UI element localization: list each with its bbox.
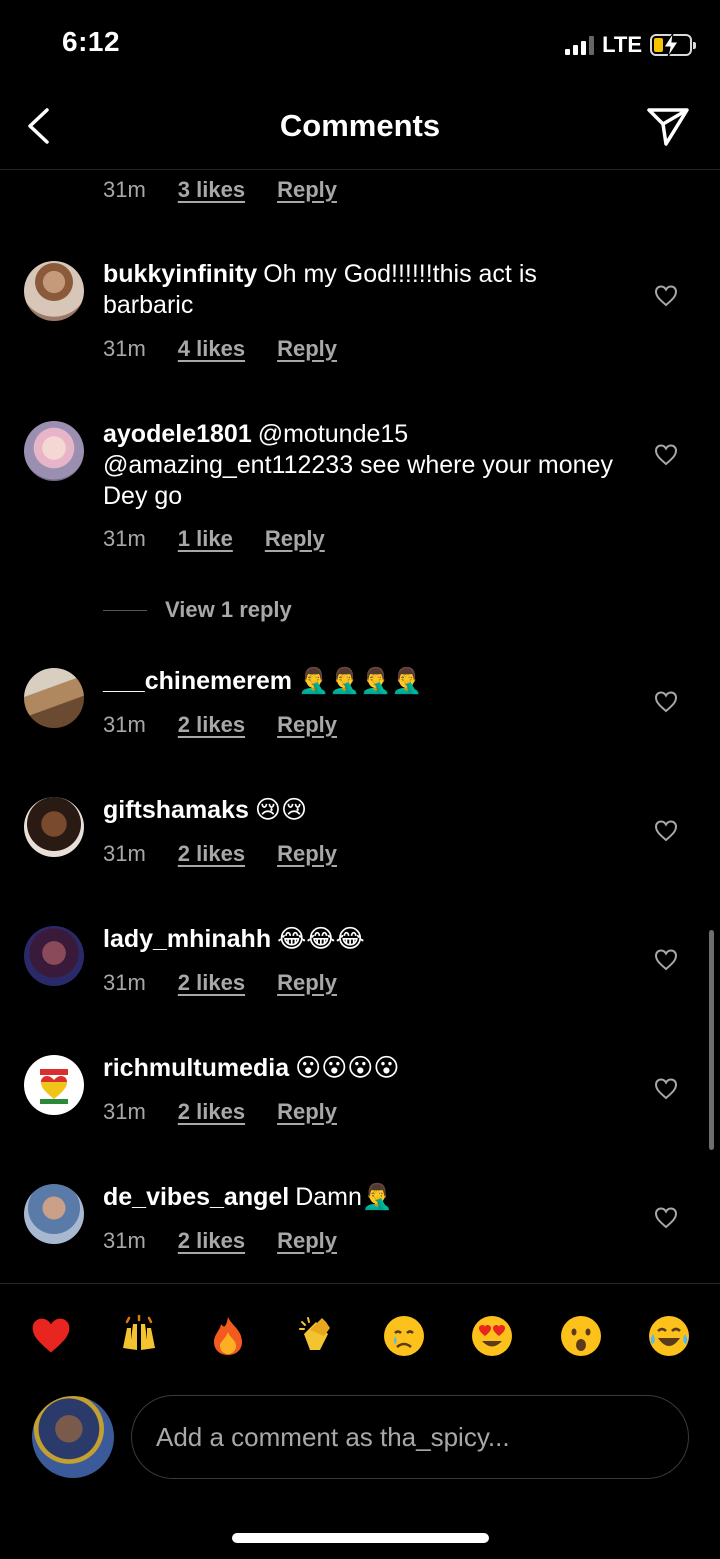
comment-time: 31m xyxy=(103,336,146,361)
comment-time: 31m xyxy=(103,841,146,866)
comment-username[interactable]: ___chinemerem xyxy=(103,667,292,695)
status-indicators: LTE xyxy=(565,30,696,60)
home-indicator[interactable] xyxy=(232,1533,489,1543)
comment-time: 31m xyxy=(103,970,146,995)
like-heart-icon[interactable] xyxy=(654,1077,678,1101)
comment-username[interactable]: lady_mhinahh xyxy=(103,925,271,953)
comment-time: 31m xyxy=(103,177,146,202)
comment-meta: 31m 2 likes Reply xyxy=(103,1099,337,1125)
like-heart-icon[interactable] xyxy=(654,948,678,972)
comment-time: 31m xyxy=(103,712,146,737)
replies-divider xyxy=(103,609,147,611)
comment-username[interactable]: bukkyinfinity xyxy=(103,260,257,288)
header: Comments xyxy=(0,86,720,170)
avatar[interactable] xyxy=(24,926,84,986)
comment-time: 31m xyxy=(103,526,146,551)
comment-text: 😂😂😂 xyxy=(277,925,365,953)
reaction-surprised-face-icon[interactable] xyxy=(558,1313,604,1359)
comment-meta: 31m 4 likes Reply xyxy=(103,336,337,362)
likes-link[interactable]: 2 likes xyxy=(178,970,245,996)
comment-body: bukkyinfinity Oh my God!!!!!!this act is … xyxy=(103,259,623,321)
comment-username[interactable]: giftshamaks xyxy=(103,796,249,824)
logo-avatar-graphic xyxy=(40,1069,68,1104)
comment-input-container[interactable] xyxy=(131,1395,689,1479)
comment-meta: 31m 3 likes Reply xyxy=(103,177,337,203)
avatar[interactable] xyxy=(24,1055,84,1115)
status-time: 6:12 xyxy=(62,26,121,57)
view-replies-label: View 1 reply xyxy=(165,597,292,622)
reaction-heart-icon[interactable] xyxy=(28,1313,74,1359)
comment-text: 😢😢 xyxy=(254,796,308,824)
likes-link[interactable]: 3 likes xyxy=(178,177,245,203)
page-title: Comments xyxy=(279,108,441,143)
reaction-crying-face-icon[interactable] xyxy=(381,1313,427,1359)
comment-meta: 31m 2 likes Reply xyxy=(103,712,337,738)
signal-icon xyxy=(565,35,595,55)
reaction-heart-eyes-icon[interactable] xyxy=(469,1313,515,1359)
direct-message-icon[interactable] xyxy=(646,104,690,148)
avatar[interactable] xyxy=(24,668,84,728)
comment-body: ___chinemerem 🤦‍♂️🤦‍♂️🤦‍♂️🤦‍♂️ xyxy=(103,666,623,697)
comment-text: 😮😮😮😮 xyxy=(295,1054,400,1082)
like-heart-icon[interactable] xyxy=(654,1206,678,1230)
reply-button[interactable]: Reply xyxy=(277,336,337,362)
comment-meta: 31m 1 like Reply xyxy=(103,526,325,552)
avatar[interactable] xyxy=(24,797,84,857)
comment-username[interactable]: richmultumedia xyxy=(103,1054,289,1082)
comments-screen: 6:12 LTE Comments 31m 3 likes Reply bukk… xyxy=(0,0,720,1559)
comment-body: richmultumedia 😮😮😮😮 xyxy=(103,1053,623,1084)
user-avatar[interactable] xyxy=(32,1396,114,1478)
comment-text: 🤦‍♂️🤦‍♂️🤦‍♂️🤦‍♂️ xyxy=(298,667,423,695)
likes-link[interactable]: 2 likes xyxy=(178,712,245,738)
quick-reactions-bar xyxy=(0,1283,720,1387)
comment-body: lady_mhinahh 😂😂😂 xyxy=(103,924,623,955)
comment-meta: 31m 2 likes Reply xyxy=(103,1228,337,1254)
comment-input[interactable] xyxy=(156,1421,664,1453)
like-heart-icon[interactable] xyxy=(654,819,678,843)
comment-username[interactable]: ayodele1801 xyxy=(103,420,252,448)
comment-time: 31m xyxy=(103,1228,146,1253)
reaction-clap-icon[interactable] xyxy=(293,1313,339,1359)
like-heart-icon[interactable] xyxy=(654,443,678,467)
comment-body: de_vibes_angel Damn🤦‍♂️ xyxy=(103,1182,623,1213)
reaction-fire-icon[interactable] xyxy=(205,1313,251,1359)
likes-link[interactable]: 4 likes xyxy=(178,336,245,362)
reply-button[interactable]: Reply xyxy=(277,841,337,867)
view-replies-button[interactable]: View 1 reply xyxy=(103,597,292,623)
reply-button[interactable]: Reply xyxy=(277,177,337,203)
avatar[interactable] xyxy=(24,421,84,481)
comment-time: 31m xyxy=(103,1099,146,1124)
reply-button[interactable]: Reply xyxy=(277,712,337,738)
likes-link[interactable]: 2 likes xyxy=(178,841,245,867)
comment-username[interactable]: de_vibes_angel xyxy=(103,1183,289,1211)
comments-list[interactable]: 31m 3 likes Reply bukkyinfinity Oh my God… xyxy=(0,171,720,1283)
comment-meta: 31m 2 likes Reply xyxy=(103,841,337,867)
avatar[interactable] xyxy=(24,1184,84,1244)
reply-button[interactable]: Reply xyxy=(265,526,325,552)
likes-link[interactable]: 1 like xyxy=(178,526,233,552)
avatar[interactable] xyxy=(24,261,84,321)
reaction-tears-of-joy-icon[interactable] xyxy=(646,1313,692,1359)
like-heart-icon[interactable] xyxy=(654,284,678,308)
comment-meta: 31m 2 likes Reply xyxy=(103,970,337,996)
reply-button[interactable]: Reply xyxy=(277,1228,337,1254)
reaction-raised-hands-icon[interactable] xyxy=(116,1313,162,1359)
scrollbar[interactable] xyxy=(709,930,714,1150)
battery-icon xyxy=(650,33,696,57)
like-heart-icon[interactable] xyxy=(654,690,678,714)
likes-link[interactable]: 2 likes xyxy=(178,1099,245,1125)
reply-button[interactable]: Reply xyxy=(277,970,337,996)
comment-body: giftshamaks 😢😢 xyxy=(103,795,623,826)
network-type: LTE xyxy=(602,32,642,57)
comment-text: Damn🤦‍♂️ xyxy=(295,1183,394,1211)
likes-link[interactable]: 2 likes xyxy=(178,1228,245,1254)
comment-body: ayodele1801 @motunde15 @amazing_ent112233… xyxy=(103,419,623,512)
reply-button[interactable]: Reply xyxy=(277,1099,337,1125)
